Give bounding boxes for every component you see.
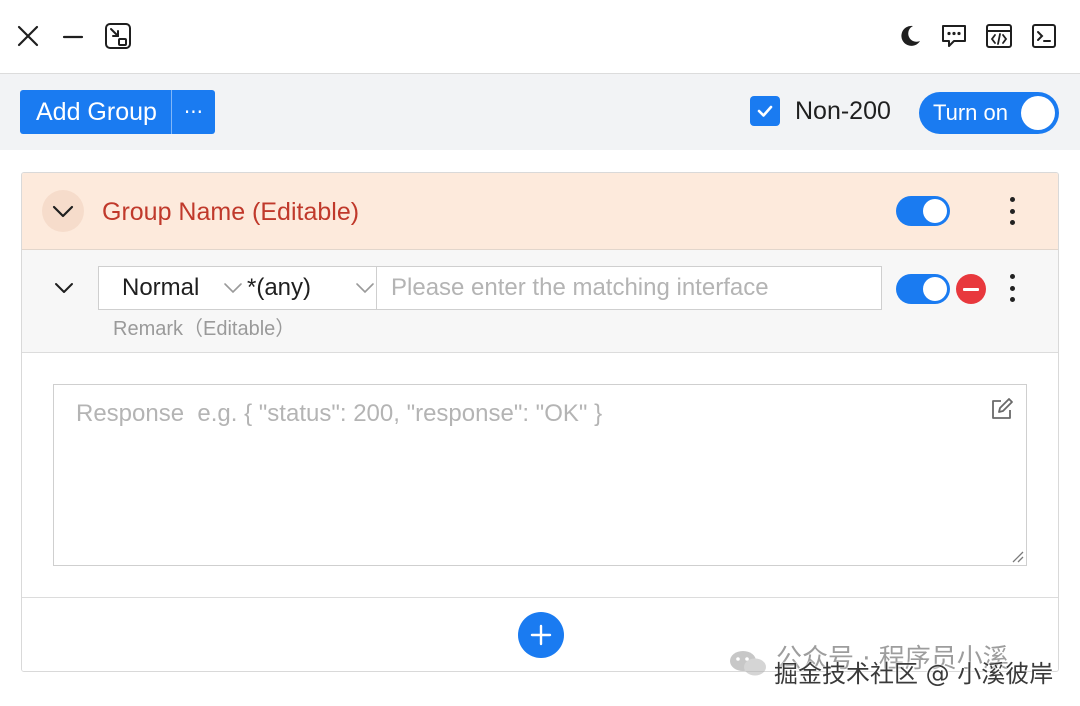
rule-remark[interactable]: Remark（Editable） <box>113 316 295 342</box>
group-menu-icon[interactable] <box>1002 193 1022 229</box>
group-header: Group Name (Editable) <box>22 173 1058 250</box>
rule-enable-switch[interactable] <box>896 274 950 304</box>
watermark-line2: 掘金技术社区 @ 小溪彼岸 <box>774 660 1054 688</box>
group-collapse-button[interactable] <box>42 190 84 232</box>
switch-knob <box>1021 96 1055 130</box>
checkmark-icon <box>757 105 773 117</box>
group-enable-switch[interactable] <box>896 196 950 226</box>
toolbar: Add Group ··· <box>0 74 1080 150</box>
match-type-value: Normal <box>122 274 200 301</box>
terminal-icon[interactable] <box>1028 20 1060 52</box>
turn-on-switch[interactable]: Turn on <box>919 92 1059 134</box>
method-value: *(any) <box>247 274 312 301</box>
minimize-icon[interactable] <box>57 20 89 52</box>
add-rule-button[interactable] <box>518 612 564 658</box>
switch-knob <box>923 277 947 301</box>
more-options-button[interactable]: ··· <box>170 90 215 134</box>
rule-collapse-button[interactable] <box>52 276 76 300</box>
picture-in-picture-icon[interactable] <box>102 20 134 52</box>
switch-knob <box>923 199 947 223</box>
add-group-button[interactable]: Add Group <box>20 90 171 134</box>
moon-icon[interactable] <box>894 20 926 52</box>
response-input[interactable] <box>54 385 1026 565</box>
turn-on-label: Turn on <box>933 100 1009 125</box>
add-group-button-group: Add Group ··· <box>20 90 215 134</box>
feedback-icon[interactable] <box>938 20 970 52</box>
close-icon[interactable] <box>12 20 44 52</box>
non200-label: Non-200 <box>795 97 891 125</box>
group-card: Group Name (Editable) Normal *(any) Rema… <box>21 172 1059 672</box>
rule-row: Normal *(any) Remark（Editable） <box>22 250 1058 353</box>
group-name[interactable]: Group Name (Editable) <box>102 195 359 229</box>
rule-menu-icon[interactable] <box>1002 270 1022 306</box>
resize-grip-icon[interactable] <box>1010 549 1024 563</box>
plus-icon <box>530 624 552 646</box>
rule-match-field: Normal *(any) <box>98 266 882 310</box>
match-type-select[interactable]: Normal <box>99 267 247 309</box>
response-editor <box>53 384 1027 566</box>
method-select[interactable]: *(any) <box>247 267 377 309</box>
chevron-down-icon <box>356 283 374 294</box>
title-bar <box>0 0 1080 74</box>
delete-rule-icon[interactable] <box>956 274 986 304</box>
edit-icon[interactable] <box>988 395 1016 423</box>
chevron-down-icon <box>224 283 242 294</box>
chevron-down-icon <box>52 205 74 218</box>
match-url-input[interactable] <box>377 267 881 309</box>
wechat-logo-icon <box>730 651 766 676</box>
non200-checkbox[interactable] <box>750 96 780 126</box>
chevron-down-icon <box>55 283 73 293</box>
code-window-icon[interactable] <box>983 20 1015 52</box>
